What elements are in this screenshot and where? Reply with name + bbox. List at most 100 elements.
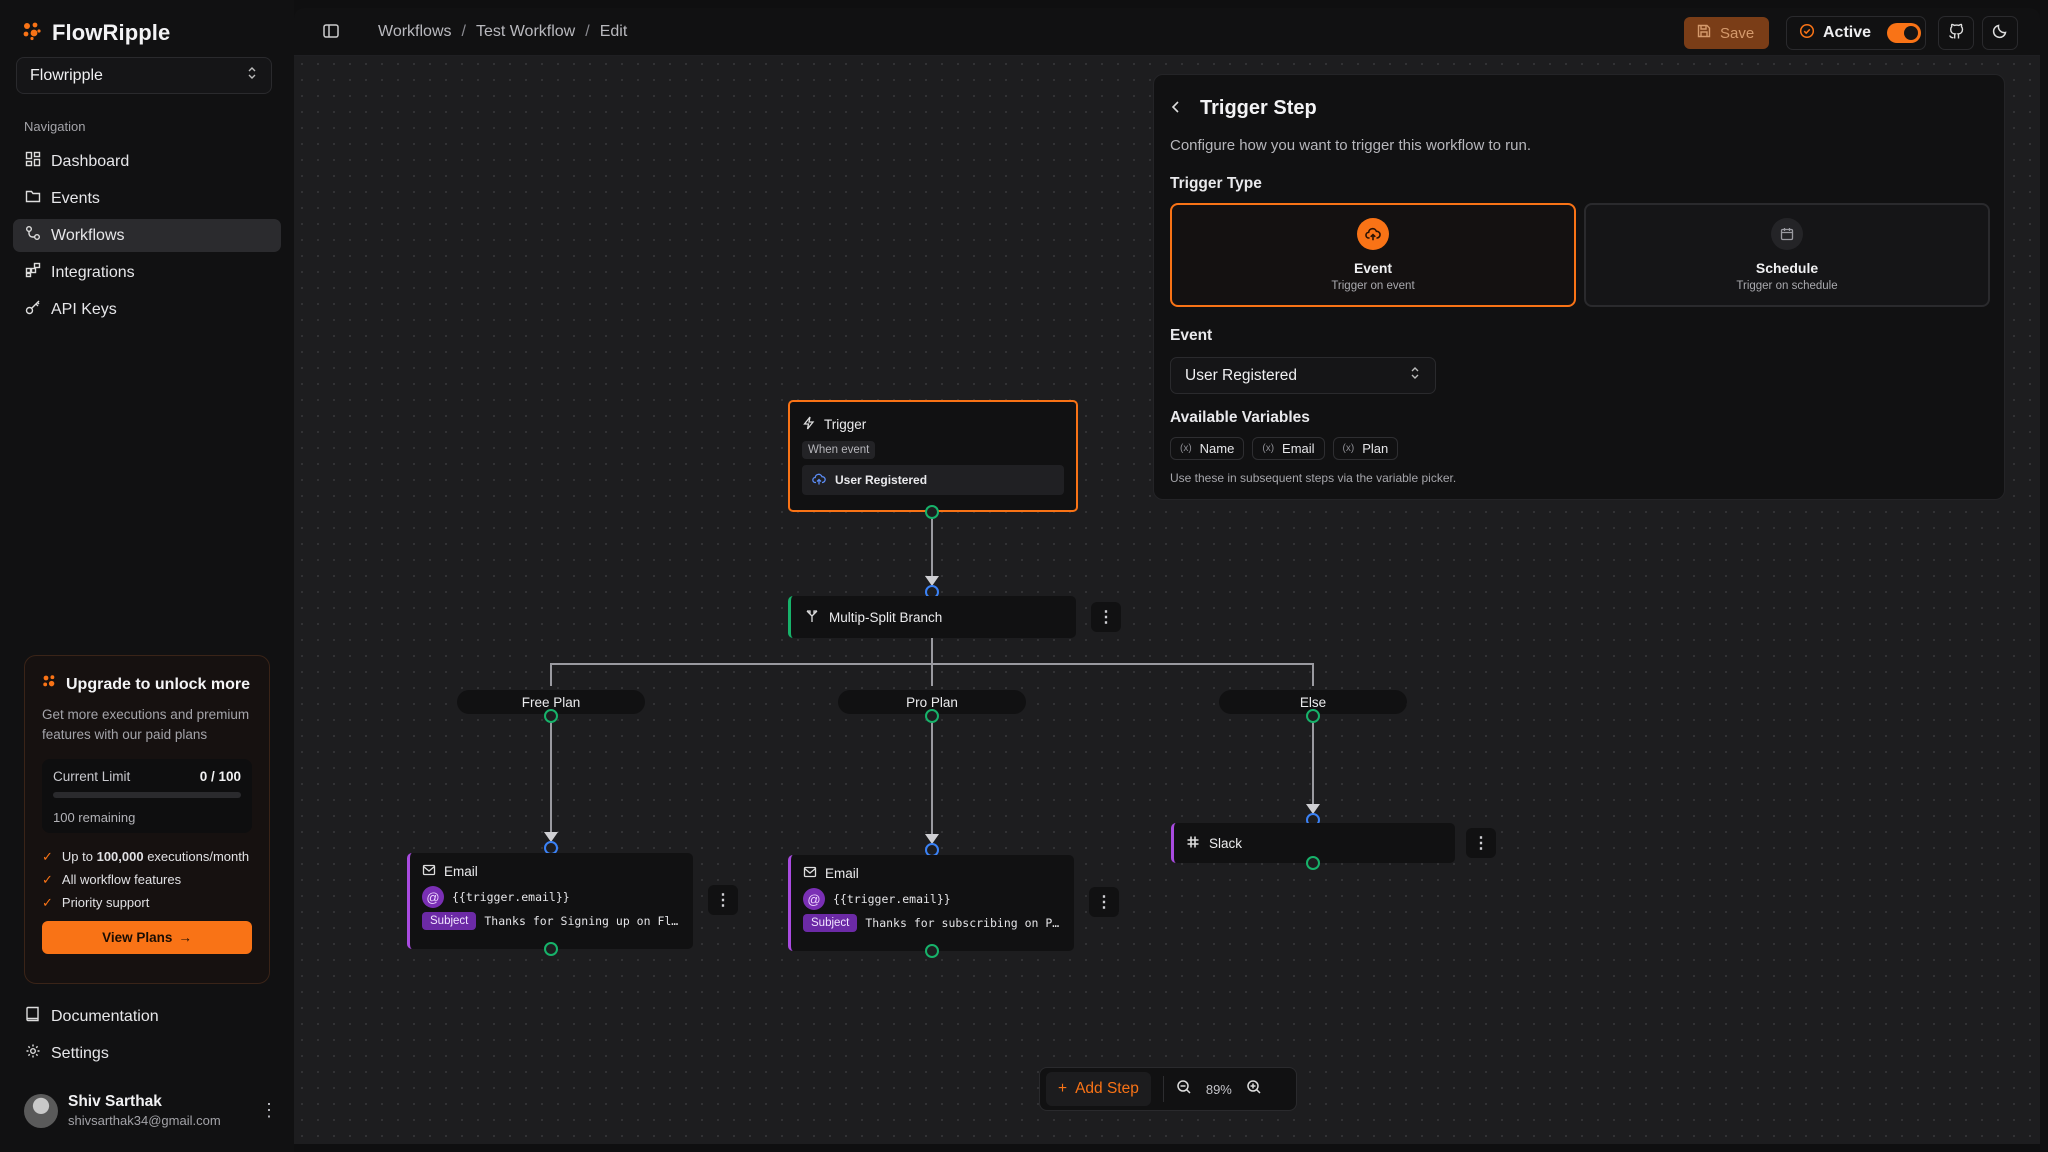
trigger-node[interactable]: Trigger When event User Registered [788,400,1078,512]
branch-node-title: Multip-Split Branch [829,609,943,625]
mail-icon [803,865,817,882]
nav-item-settings[interactable]: Settings [13,1037,281,1070]
upgrade-title: Upgrade to unlock more [42,674,252,695]
integrations-icon [25,262,41,283]
feature-list: ✓ Up to 100,000 executions/month ✓ All w… [42,849,252,911]
upgrade-card: Upgrade to unlock more Get more executio… [24,655,270,984]
check-icon: ✓ [42,872,53,887]
workflow-canvas[interactable]: Trigger When event User Registered Multi… [294,56,2040,1144]
sidebar-toggle-icon[interactable] [322,22,340,45]
email-node-menu-button[interactable]: ⋮ [708,885,738,915]
at-sign-icon: @ [422,886,444,908]
gear-icon [25,1043,41,1064]
chevron-left-icon[interactable] [1170,97,1182,120]
subject-badge: Subject [422,912,477,930]
view-plans-button[interactable]: View Plans → [42,921,252,954]
chevron-up-down-icon [1409,365,1421,386]
active-toggle[interactable]: Active [1786,16,1926,50]
zoom-in-icon[interactable] [1246,1079,1262,1100]
user-profile[interactable]: Shiv Sarthak shivsarthak34@gmail.com ⋮ [24,1093,278,1128]
trigger-type-subtitle: Trigger on event [1331,280,1415,292]
feature-item: ✓ All workflow features [42,872,252,888]
variable-name: Plan [1362,441,1389,456]
variable-list: (x) Name (x) Email (x) Plan [1170,437,1399,460]
branch-node[interactable]: Multip-Split Branch [788,596,1076,638]
dashboard-icon [25,151,41,172]
trigger-node-title: Trigger [824,417,867,432]
add-step-button[interactable]: + Add Step [1046,1072,1151,1106]
event-select[interactable]: User Registered [1170,357,1436,394]
nav-item-dashboard[interactable]: Dashboard [13,145,281,178]
trigger-event-row: User Registered [802,465,1064,495]
nav-item-integrations[interactable]: Integrations [13,256,281,289]
feature-text: Priority support [61,895,150,910]
more-vertical-icon: ⋮ [1473,835,1489,852]
nav-item-documentation[interactable]: Documentation [13,1000,281,1033]
variable-chip[interactable]: (x) Name [1170,437,1245,460]
github-button[interactable] [1938,16,1974,50]
feature-item: ✓ Up to 100,000 executions/month [42,849,252,865]
variable-icon: (x) [1180,443,1192,454]
usage-progress-bar [53,792,241,798]
nav-item-api-keys[interactable]: API Keys [13,293,281,326]
node-output-handle[interactable] [544,942,558,956]
email-node-title: Email [444,864,478,879]
slack-icon [1186,835,1200,852]
event-select-value: User Registered [1185,366,1297,384]
check-circle-icon [1799,23,1815,44]
save-button[interactable]: Save [1684,17,1769,49]
nav-item-workflows[interactable]: Workflows [13,219,281,252]
breadcrumb-item[interactable]: Test Workflow [476,23,575,41]
email-node-title: Email [825,866,859,881]
more-vertical-icon: ⋮ [715,892,731,909]
theme-toggle-button[interactable] [1982,16,2018,50]
nav-item-events[interactable]: Events [13,182,281,215]
view-plans-label: View Plans [102,930,173,945]
email-node[interactable]: Email @ {{trigger.email}} Subject Thanks… [407,853,693,949]
book-icon [25,1006,41,1027]
workspace-name: Flowripple [30,66,103,84]
bottom-links: Documentation Settings [13,1000,281,1074]
variable-chip[interactable]: (x) Plan [1332,437,1399,460]
branch-node-menu-button[interactable]: ⋮ [1091,602,1121,632]
limit-remaining: 100 remaining [53,810,136,825]
node-output-handle[interactable] [925,944,939,958]
breadcrumb-item[interactable]: Workflows [378,23,452,41]
trigger-type-name: Schedule [1755,260,1819,276]
nav-item-label: Events [51,189,100,207]
variable-name: Name [1199,441,1235,456]
plus-icon: + [1058,1080,1068,1097]
variable-icon: (x) [1342,443,1355,454]
trigger-type-event-option[interactable]: Event Trigger on event [1170,203,1576,307]
zoom-out-icon[interactable] [1176,1079,1192,1100]
slack-node-menu-button[interactable]: ⋮ [1466,828,1496,858]
node-output-handle[interactable] [925,505,939,519]
canvas-toolbar: + Add Step 89% [1039,1067,1297,1111]
trigger-event-name: User Registered [835,473,928,487]
active-label: Active [1823,24,1872,41]
variable-chip[interactable]: (x) Email [1252,437,1325,460]
panel-description: Configure how you want to trigger this w… [1170,137,1532,154]
at-sign-icon: @ [803,888,825,910]
check-icon: ✓ [42,895,53,910]
trigger-type-chip: When event [802,441,876,459]
workspace-select[interactable]: Flowripple [16,57,272,94]
node-output-handle[interactable] [1306,709,1320,723]
email-recipient: {{trigger.email}} [833,892,951,906]
zap-icon [802,416,816,433]
node-output-handle[interactable] [544,709,558,723]
upgrade-description: Get more executions and premium features… [42,707,250,742]
folder-icon [25,188,41,209]
node-output-handle[interactable] [1306,856,1320,870]
email-node[interactable]: Email @ {{trigger.email}} Subject Thanks… [788,855,1074,951]
top-bar: Workflows / Test Workflow / Edit Save Ac… [294,8,2040,56]
email-node-menu-button[interactable]: ⋮ [1089,887,1119,917]
more-vertical-icon[interactable]: ⋮ [260,1100,278,1121]
node-output-handle[interactable] [925,709,939,723]
brand[interactable]: FlowRipple [22,20,170,46]
slack-node-title: Slack [1209,835,1243,851]
toggle-switch[interactable] [1887,23,1922,43]
save-icon [1696,23,1712,43]
trigger-type-schedule-option[interactable]: Schedule Trigger on schedule [1584,203,1990,307]
check-icon: ✓ [42,849,53,864]
